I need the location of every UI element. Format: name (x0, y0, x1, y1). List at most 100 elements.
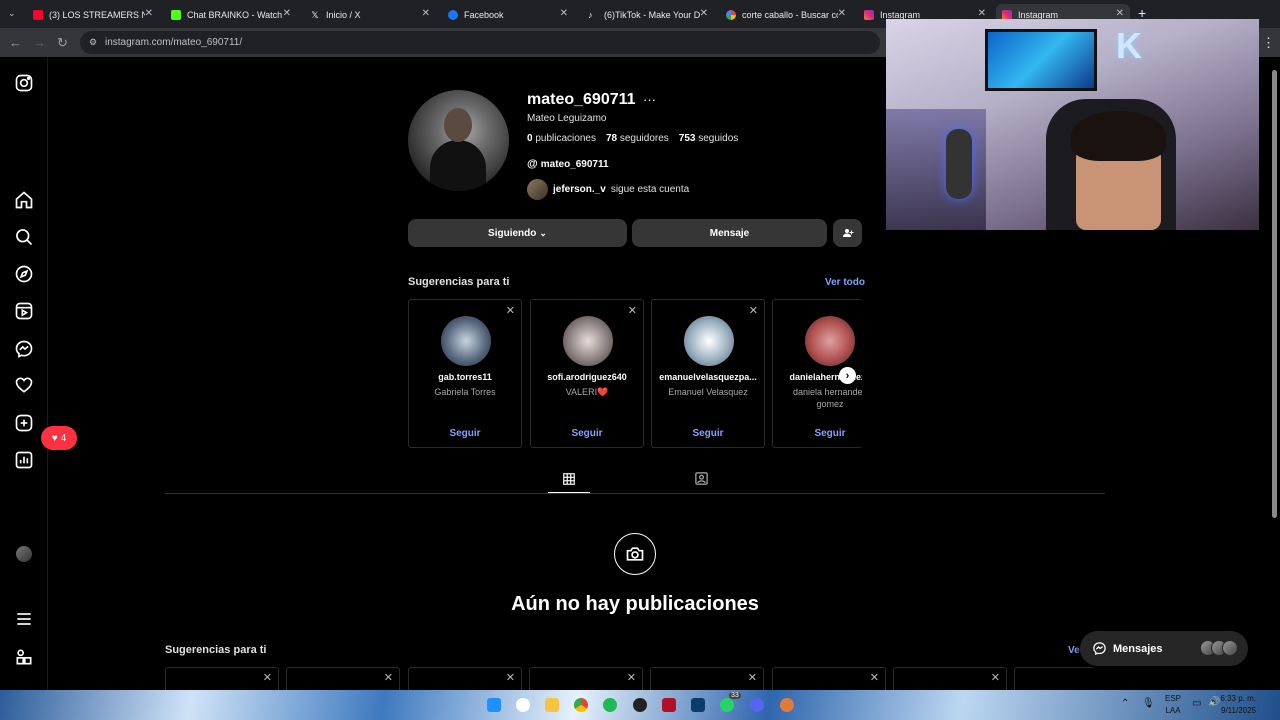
webcam-tv-screen (985, 29, 1097, 91)
notification-badge[interactable]: ♥ 4 (41, 426, 77, 450)
file-explorer-icon[interactable] (545, 698, 559, 712)
network-icon[interactable]: ▭ (1192, 698, 1201, 709)
follow-button[interactable]: Seguir (652, 428, 764, 439)
see-all-link[interactable]: Ver todo (825, 277, 865, 288)
windows-start-icon[interactable] (487, 698, 501, 712)
suggestion-card[interactable]: ✕ gab.torres11 Gabriela Torres Seguir (408, 299, 522, 448)
x-icon: 𝕏 (310, 10, 320, 20)
windows-taskbar: 33 ⌃ 🎙 ESP LAA ▭ 🔊 6:33 p. m. 9/11/2025 (0, 690, 1280, 720)
app-icon-2[interactable] (780, 698, 794, 712)
follow-button[interactable]: Seguir (773, 428, 862, 439)
posts-stat: 0 publicaciones (527, 133, 596, 144)
follow-button[interactable]: Seguir (409, 428, 521, 439)
suggestion-card[interactable]: ✕ sofi.arodriguez640 VALERI❤️ Seguir (530, 299, 644, 448)
hamburger-menu-icon[interactable] (14, 609, 34, 629)
forward-arrow-icon[interactable]: → (33, 35, 46, 50)
suggestion-avatar[interactable] (805, 316, 855, 366)
close-icon[interactable]: ✕ (978, 8, 986, 19)
heart-notifications-icon[interactable] (14, 375, 34, 395)
message-button[interactable]: Mensaje (632, 219, 827, 247)
messages-pill[interactable]: Mensajes (1080, 631, 1248, 666)
follow-button[interactable]: Seguir (531, 428, 643, 439)
followed-by[interactable]: jeferson._v sigue esta cuenta (527, 179, 689, 200)
dismiss-icon[interactable]: ✕ (263, 671, 272, 684)
reload-icon[interactable]: ↻ (57, 35, 68, 51)
dismiss-icon[interactable]: ✕ (628, 304, 637, 317)
dismiss-icon[interactable]: ✕ (627, 671, 636, 684)
dismiss-icon[interactable]: ✕ (748, 671, 757, 684)
vscode-icon[interactable] (691, 698, 705, 712)
reels-icon[interactable] (14, 301, 34, 321)
search-icon[interactable] (14, 227, 34, 247)
address-bar[interactable]: ⚙ instagram.com/mateo_690711/ (80, 31, 880, 54)
suggestion-username[interactable]: sofi.arodriguez640 (531, 372, 643, 382)
close-icon[interactable]: ✕ (145, 8, 153, 19)
discord-icon[interactable] (750, 698, 764, 712)
close-icon[interactable]: ✕ (283, 8, 291, 19)
instagram-logo-icon[interactable] (14, 73, 34, 93)
tab-x[interactable]: 𝕏 Inicio / X ✕ (304, 4, 436, 26)
messenger-icon[interactable] (14, 339, 34, 359)
taskbar-search-icon[interactable] (516, 698, 530, 712)
suggestion-username[interactable]: gab.torres11 (409, 372, 521, 382)
dismiss-icon[interactable]: ✕ (749, 304, 758, 317)
next-arrow-icon[interactable]: › (839, 367, 856, 384)
following-stat[interactable]: 753 seguidos (679, 133, 739, 144)
close-icon[interactable]: ✕ (838, 8, 846, 19)
site-info-icon[interactable]: ⚙ (89, 31, 97, 54)
back-arrow-icon[interactable]: ← (9, 35, 22, 50)
close-icon[interactable]: ✕ (700, 8, 708, 19)
page-scrollbar[interactable] (1272, 70, 1277, 518)
app-icon[interactable] (662, 698, 676, 712)
notification-count: 4 (60, 432, 67, 444)
following-button[interactable]: Siguiendo ⌄ (408, 219, 627, 247)
menu-dots-icon[interactable]: ⋮ (1262, 35, 1275, 51)
suggest-users-button[interactable] (833, 219, 862, 247)
profile-picture-body (430, 140, 486, 191)
home-icon[interactable] (14, 190, 34, 210)
tab-posts-grid[interactable] (548, 466, 590, 493)
suggestion-avatar[interactable] (684, 316, 734, 366)
dismiss-icon[interactable]: ✕ (991, 671, 1000, 684)
followers-stat[interactable]: 78 seguidores (606, 133, 669, 144)
tab-tagged[interactable] (690, 466, 712, 490)
explore-icon[interactable] (14, 264, 34, 284)
tab-title: (3) LOS STREAMERS NO T (49, 10, 145, 20)
chrome-icon[interactable] (574, 698, 588, 712)
dashboard-icon[interactable] (14, 450, 34, 470)
suggestion-card[interactable]: ✕ emanuelvelasquezpa... Emanuel Velasque… (651, 299, 765, 448)
dismiss-icon[interactable]: ✕ (870, 671, 879, 684)
suggestion-username[interactable]: emanuelvelasquezpa... (652, 372, 764, 382)
suggestion-avatar[interactable] (563, 316, 613, 366)
volume-icon[interactable]: 🔊 (1208, 697, 1220, 708)
obs-icon[interactable] (633, 698, 647, 712)
apps-icon[interactable] (14, 647, 34, 667)
more-options-icon[interactable]: ··· (643, 92, 656, 107)
tray-chevron-icon[interactable]: ⌃ (1121, 698, 1129, 709)
neon-logo: K (1116, 25, 1142, 66)
profile-avatar-small[interactable] (16, 546, 32, 562)
heart-icon: ♥ (51, 432, 58, 444)
tab-facebook[interactable]: Facebook ✕ (442, 4, 574, 26)
system-clock[interactable]: 6:33 p. m. 9/11/2025 (1220, 693, 1256, 717)
dismiss-icon[interactable]: ✕ (384, 671, 393, 684)
dismiss-icon[interactable]: ✕ (506, 304, 515, 317)
whatsapp-icon[interactable] (720, 698, 734, 712)
create-icon[interactable] (14, 413, 34, 433)
tab-youtube[interactable]: (3) LOS STREAMERS NO T✕ (27, 4, 159, 26)
tab-search-icon[interactable]: ⌄ (8, 8, 16, 19)
threads-link[interactable]: @ mateo_690711 (527, 158, 609, 170)
clock-time: 6:33 p. m. (1220, 694, 1256, 703)
language-indicator[interactable]: ESP LAA (1165, 693, 1181, 717)
tab-tiktok[interactable]: ♪ (6)TikTok - Make Your Day ✕ (582, 4, 714, 26)
suggestion-avatar[interactable] (441, 316, 491, 366)
profile-picture[interactable] (408, 90, 509, 191)
close-icon[interactable]: ✕ (422, 8, 430, 19)
spotify-icon[interactable] (603, 698, 617, 712)
close-icon[interactable]: ✕ (1116, 8, 1124, 19)
close-icon[interactable]: ✕ (560, 8, 568, 19)
tab-kick[interactable]: Chat BRAINKO - Watch Li ✕ (165, 4, 297, 26)
tab-google[interactable]: corte caballo - Buscar con ✕ (720, 4, 852, 26)
mic-tray-icon[interactable]: 🎙 (1142, 698, 1155, 709)
dismiss-icon[interactable]: ✕ (506, 671, 515, 684)
